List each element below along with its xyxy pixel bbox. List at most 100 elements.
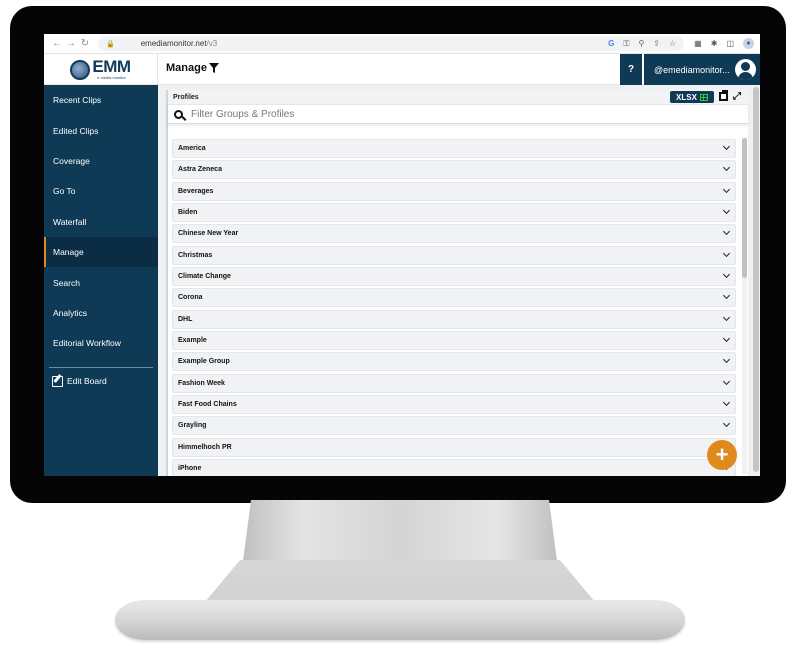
profile-group-row[interactable]: Example <box>172 331 736 351</box>
chevron-down-icon[interactable] <box>722 142 731 151</box>
help-button[interactable]: ? <box>620 54 642 85</box>
profiles-list: America Astra Zeneca Beverages Biden Chinese… <box>168 134 750 476</box>
app-header: EMM e media monitor Manage ? @emediamoni… <box>44 54 760 85</box>
puzzle-icon[interactable]: ✱ <box>711 39 718 48</box>
copy-icon[interactable] <box>719 90 728 101</box>
chevron-down-icon[interactable] <box>722 271 731 279</box>
filter-bar: Filter Groups & Profiles <box>168 104 748 124</box>
profile-group-row[interactable]: Christmas <box>172 245 736 265</box>
chevron-down-icon[interactable] <box>722 292 731 300</box>
xlsx-label: XLSX <box>676 92 697 102</box>
extension-app-icon[interactable]: ▦ <box>694 39 702 48</box>
list-scrollbar[interactable] <box>742 138 747 474</box>
profile-group-row[interactable]: Chinese New Year <box>172 224 736 244</box>
user-menu-button[interactable]: @emediamonitor... <box>644 54 760 85</box>
chevron-down-icon[interactable] <box>722 335 731 343</box>
logo[interactable]: EMM e media monitor <box>44 54 158 85</box>
url-host: emediamonitor.net <box>140 39 207 48</box>
chevron-down-icon[interactable] <box>722 206 731 215</box>
profile-group-label: Christmas <box>178 251 213 259</box>
profile-group-label: DHL <box>178 315 193 323</box>
chevron-down-icon[interactable] <box>722 399 731 407</box>
profile-group-row[interactable]: Grayling <box>172 416 736 436</box>
sidebar-item-analytics[interactable]: Analytics <box>44 298 158 328</box>
profile-group-row[interactable]: Corona <box>172 288 736 308</box>
edit-board-label: Edit Board <box>67 376 107 387</box>
profile-group-row[interactable]: DHL <box>172 309 736 329</box>
sidebar-item-waterfall[interactable]: Waterfall <box>44 207 158 237</box>
profile-group-label: America <box>178 145 206 152</box>
profile-group-label: Astra Zeneca <box>178 166 222 174</box>
profile-group-row[interactable]: Biden <box>172 203 736 223</box>
chevron-down-icon[interactable] <box>722 164 731 172</box>
profile-group-row[interactable]: Fashion Week <box>172 373 736 393</box>
profile-group-row[interactable]: Climate Change <box>172 267 736 287</box>
filter-icon[interactable] <box>208 63 219 73</box>
sidebar-item-recent-clips[interactable]: Recent Clips <box>44 85 158 115</box>
expand-icon[interactable]: ⤢ <box>733 91 741 102</box>
profile-group-label: Grayling <box>178 422 207 430</box>
sidebar-item-edited-clips[interactable]: Edited Clips <box>44 115 158 145</box>
chevron-down-icon[interactable] <box>722 185 731 193</box>
sidebar-item-editorial-workflow[interactable]: Editorial Workflow <box>44 328 158 358</box>
url-path: /v3 <box>206 39 218 48</box>
browser-toolbar: ← → ↻ 🔒 emediamonitor.net/v3 G ⚿ ⚲ ⇪ ☆ ▦… <box>44 34 760 54</box>
screen: ← → ↻ 🔒 emediamonitor.net/v3 G ⚿ ⚲ ⇪ ☆ ▦… <box>44 34 760 476</box>
sidebar-item-coverage[interactable]: Coverage <box>44 146 158 176</box>
chevron-down-icon[interactable] <box>722 420 731 428</box>
chevron-down-icon[interactable] <box>722 228 731 236</box>
user-name: @emediamonitor... <box>654 64 730 75</box>
google-icon[interactable]: G <box>608 39 614 49</box>
address-actions: G ⚿ ⚲ ⇪ ☆ <box>608 39 676 49</box>
page-scrollbar-thumb[interactable] <box>753 87 759 472</box>
sidebar: Recent Clips Edited Clips Coverage Go To Wat… <box>44 85 158 476</box>
filter-input[interactable]: Filter Groups & Profiles <box>191 109 294 120</box>
sidebar-item-manage[interactable]: Manage <box>44 236 158 268</box>
profile-group-label: Corona <box>178 294 203 302</box>
edit-icon <box>52 375 63 387</box>
profile-group-row[interactable]: iPhone <box>172 459 736 476</box>
star-icon[interactable]: ☆ <box>669 39 676 49</box>
back-icon[interactable]: ← <box>50 38 64 49</box>
profile-group-label: Example <box>178 337 207 345</box>
profile-group-label: Fast Food Chains <box>178 401 237 409</box>
logo-wordmark: EMM e media monitor <box>92 57 131 80</box>
sidebar-nav: Recent Clips Edited Clips Coverage Go To Wat… <box>44 85 158 359</box>
chevron-down-icon[interactable] <box>722 249 731 257</box>
sidebar-divider <box>49 366 153 368</box>
add-button[interactable]: + <box>707 440 737 470</box>
profile-group-label: Chinese New Year <box>178 230 239 238</box>
chevron-down-icon[interactable] <box>722 313 731 321</box>
user-avatar-icon <box>735 59 756 80</box>
extensions: ▦ ✱ ◫ ● <box>694 38 754 49</box>
reload-icon[interactable]: ↻ <box>78 38 92 49</box>
list-scrollbar-thumb[interactable] <box>742 138 747 278</box>
profile-group-row[interactable]: Example Group <box>172 352 736 372</box>
page-scrollbar[interactable] <box>752 85 760 476</box>
profile-group-row[interactable]: Fast Food Chains <box>172 395 736 415</box>
profiles-panel: Profiles XLSX ⤢ Filter Groups & Profiles… <box>166 90 748 476</box>
chevron-down-icon[interactable] <box>722 356 731 364</box>
chevron-down-icon[interactable] <box>722 377 731 385</box>
address-bar[interactable]: 🔒 emediamonitor.net/v3 G ⚿ ⚲ ⇪ ☆ <box>98 36 685 51</box>
profile-group-row[interactable]: America <box>172 139 736 158</box>
sidepanel-icon[interactable]: ◫ <box>726 39 734 48</box>
share-icon[interactable]: ⇪ <box>653 39 660 49</box>
profile-group-row[interactable]: Beverages <box>172 181 736 201</box>
logo-text: EMM <box>92 57 131 76</box>
profile-group-row[interactable]: Himmelhoch PR <box>172 437 736 457</box>
forward-icon[interactable]: → <box>64 38 78 49</box>
edit-board-button[interactable]: Edit Board <box>44 375 158 387</box>
search-icon <box>174 109 183 119</box>
panel-header: Profiles XLSX ⤢ <box>168 90 748 104</box>
sidebar-item-go-to[interactable]: Go To <box>44 176 158 206</box>
profile-group-row[interactable]: Astra Zeneca <box>172 160 736 180</box>
xlsx-export-button[interactable]: XLSX <box>670 91 714 103</box>
profile-icon[interactable]: ● <box>743 38 754 49</box>
zoom-icon[interactable]: ⚲ <box>638 39 644 49</box>
monitor-mockup: ← → ↻ 🔒 emediamonitor.net/v3 G ⚿ ⚲ ⇪ ☆ ▦… <box>0 0 800 646</box>
sidebar-item-search[interactable]: Search <box>44 267 158 297</box>
profile-group-label: Climate Change <box>178 273 231 281</box>
key-icon[interactable]: ⚿ <box>623 39 629 49</box>
profile-group-label: Himmelhoch PR <box>178 443 232 451</box>
